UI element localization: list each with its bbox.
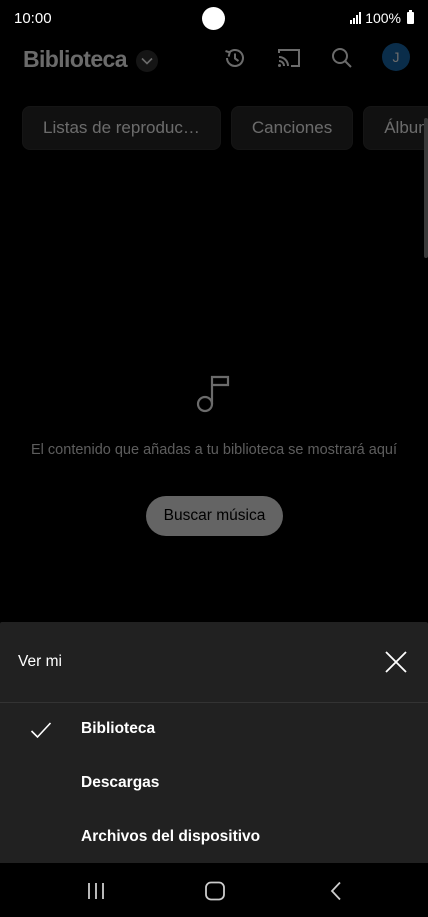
scrollbar[interactable] (424, 118, 428, 258)
avatar[interactable]: J (382, 43, 410, 71)
chip-playlists[interactable]: Listas de reproduc… (22, 106, 221, 150)
home-icon[interactable] (203, 879, 227, 903)
filter-chips: Listas de reproduc… Canciones Álbum (22, 106, 428, 150)
chip-songs[interactable]: Canciones (230, 106, 354, 150)
back-icon[interactable] (324, 879, 348, 903)
recents-icon[interactable] (84, 879, 108, 903)
option-label: Archivos del dispositivo (81, 828, 261, 845)
page-title: Biblioteca (23, 46, 128, 72)
option-downloads[interactable]: Descargas (0, 757, 428, 811)
check-icon (30, 719, 52, 741)
battery-percent: 100% (365, 10, 401, 26)
option-label: Biblioteca (81, 720, 156, 737)
option-label: Descargas (81, 774, 160, 791)
library-page: Biblioteca J Listas de reproduc… Cancion… (0, 38, 428, 622)
history-icon[interactable] (221, 44, 249, 72)
music-note-icon (196, 374, 232, 414)
status-time: 10:00 (14, 10, 52, 27)
search-icon[interactable] (328, 44, 356, 72)
battery-icon (407, 10, 414, 24)
close-icon[interactable] (384, 650, 408, 674)
option-device-files[interactable]: Archivos del dispositivo (0, 811, 428, 865)
status-bar: 10:00 100% (0, 0, 428, 38)
chevron-down-icon[interactable] (136, 50, 158, 72)
chip-albums[interactable]: Álbum (363, 106, 428, 150)
signal-icon (350, 12, 362, 24)
system-nav-bar (0, 863, 428, 917)
sheet-title: Ver mi (18, 653, 62, 670)
sheet-header: Ver mi (0, 622, 428, 703)
view-my-sheet: Ver mi Biblioteca Descargas Archivos del… (0, 622, 428, 863)
status-indicators: 100% (350, 10, 414, 26)
empty-state-message: El contenido que añadas a tu biblioteca … (31, 442, 397, 458)
app-header: Biblioteca J (0, 38, 428, 82)
cast-icon[interactable] (275, 44, 303, 72)
front-camera (202, 7, 225, 30)
screen: 10:00 100% Biblioteca J Listas de reprod… (0, 0, 428, 917)
option-library[interactable]: Biblioteca (0, 703, 428, 757)
search-music-button[interactable]: Buscar música (146, 496, 283, 536)
